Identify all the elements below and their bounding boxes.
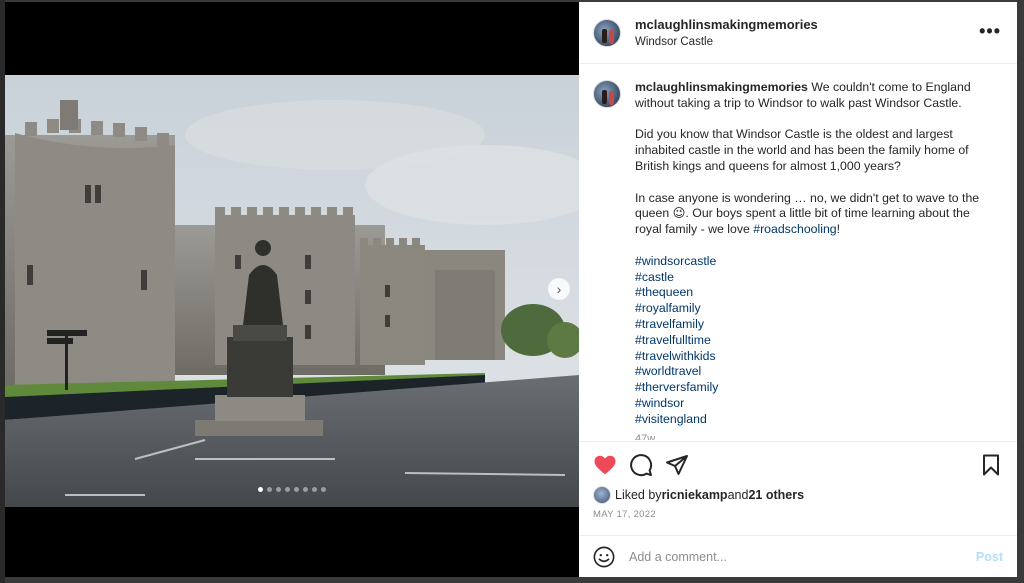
caption-paragraph-3-end: ! xyxy=(836,222,841,237)
hashtag-link[interactable]: #thequeen xyxy=(635,285,995,301)
likes-summary: Liked by ricniekamp and 21 others xyxy=(593,486,1003,504)
header-text: mclaughlinsmakingmemories Windsor Castle xyxy=(635,17,818,48)
windsor-castle-photo xyxy=(5,75,579,507)
emoji-icon[interactable] xyxy=(593,546,615,568)
post-modal: › mclaughlinsmakingmemories Windsor Cast… xyxy=(5,2,1017,577)
liker-avatar[interactable] xyxy=(593,486,611,504)
post-date: MAY 17, 2022 xyxy=(593,509,656,520)
hashtag-link[interactable]: #roadschooling xyxy=(753,222,836,236)
caption-avatar[interactable] xyxy=(593,80,621,108)
carousel-dot[interactable] xyxy=(312,487,317,492)
post-actions: Liked by ricniekamp and 21 others MAY 17… xyxy=(579,441,1017,535)
post-username[interactable]: mclaughlinsmakingmemories xyxy=(635,17,818,32)
bookmark-icon[interactable] xyxy=(979,453,1003,477)
caption-time-ago: 47w xyxy=(635,432,656,440)
carousel-dot[interactable] xyxy=(294,487,299,492)
comment-bar: Post xyxy=(579,535,1017,577)
hashtag-link[interactable]: #castle xyxy=(635,270,995,286)
liker-username[interactable]: ricniekamp xyxy=(662,488,728,502)
likes-middle: and xyxy=(727,488,749,502)
share-icon[interactable] xyxy=(665,453,689,477)
post-comment-button[interactable]: Post xyxy=(976,550,1003,564)
caption-area: mclaughlinsmakingmemories We couldn't co… xyxy=(579,64,1017,441)
hashtag-link[interactable]: #travelfamily xyxy=(635,317,995,333)
avatar[interactable] xyxy=(593,18,621,47)
hashtag-link[interactable]: #visitengland xyxy=(635,412,995,428)
action-row xyxy=(593,452,1003,478)
comment-input[interactable] xyxy=(629,549,976,564)
post-header: mclaughlinsmakingmemories Windsor Castle… xyxy=(579,2,1017,64)
more-horizontal-icon[interactable]: ••• xyxy=(979,22,1001,40)
carousel-dot[interactable] xyxy=(258,487,263,492)
likes-others-link[interactable]: 21 others xyxy=(748,488,804,502)
caption-text: mclaughlinsmakingmemories We couldn't co… xyxy=(635,80,995,441)
carousel-dot[interactable] xyxy=(276,487,281,492)
heart-filled-icon[interactable] xyxy=(593,453,617,477)
carousel-dot[interactable] xyxy=(285,487,290,492)
hashtag-link[interactable]: #travelfulltime xyxy=(635,333,995,349)
carousel-dot[interactable] xyxy=(321,487,326,492)
caption-paragraph-2: Did you know that Windsor Castle is the … xyxy=(635,127,969,173)
hashtag-link[interactable]: #windsor xyxy=(635,396,995,412)
chevron-right-icon: › xyxy=(556,281,562,297)
hashtag-link[interactable]: #travelwithkids xyxy=(635,349,995,365)
carousel-indicator xyxy=(5,487,579,492)
comment-icon[interactable] xyxy=(629,453,653,477)
hashtag-link[interactable]: #windsorcastle xyxy=(635,254,995,270)
hashtag-list: #windsorcastle #castle #thequeen #royalfami… xyxy=(635,254,995,428)
post-location[interactable]: Windsor Castle xyxy=(635,36,818,48)
hashtag-link[interactable]: #therversfamily xyxy=(635,380,995,396)
carousel-dot[interactable] xyxy=(267,487,272,492)
hashtag-link[interactable]: #royalfamily xyxy=(635,301,995,317)
next-slide-button[interactable]: › xyxy=(548,278,570,300)
carousel-dot[interactable] xyxy=(303,487,308,492)
post-photo xyxy=(5,75,579,507)
hashtag-link[interactable]: #worldtravel xyxy=(635,364,995,380)
likes-prefix: Liked by xyxy=(615,488,662,502)
post-details-panel: mclaughlinsmakingmemories Windsor Castle… xyxy=(579,2,1017,577)
caption-username[interactable]: mclaughlinsmakingmemories xyxy=(635,80,808,94)
post-media: › xyxy=(5,2,579,577)
